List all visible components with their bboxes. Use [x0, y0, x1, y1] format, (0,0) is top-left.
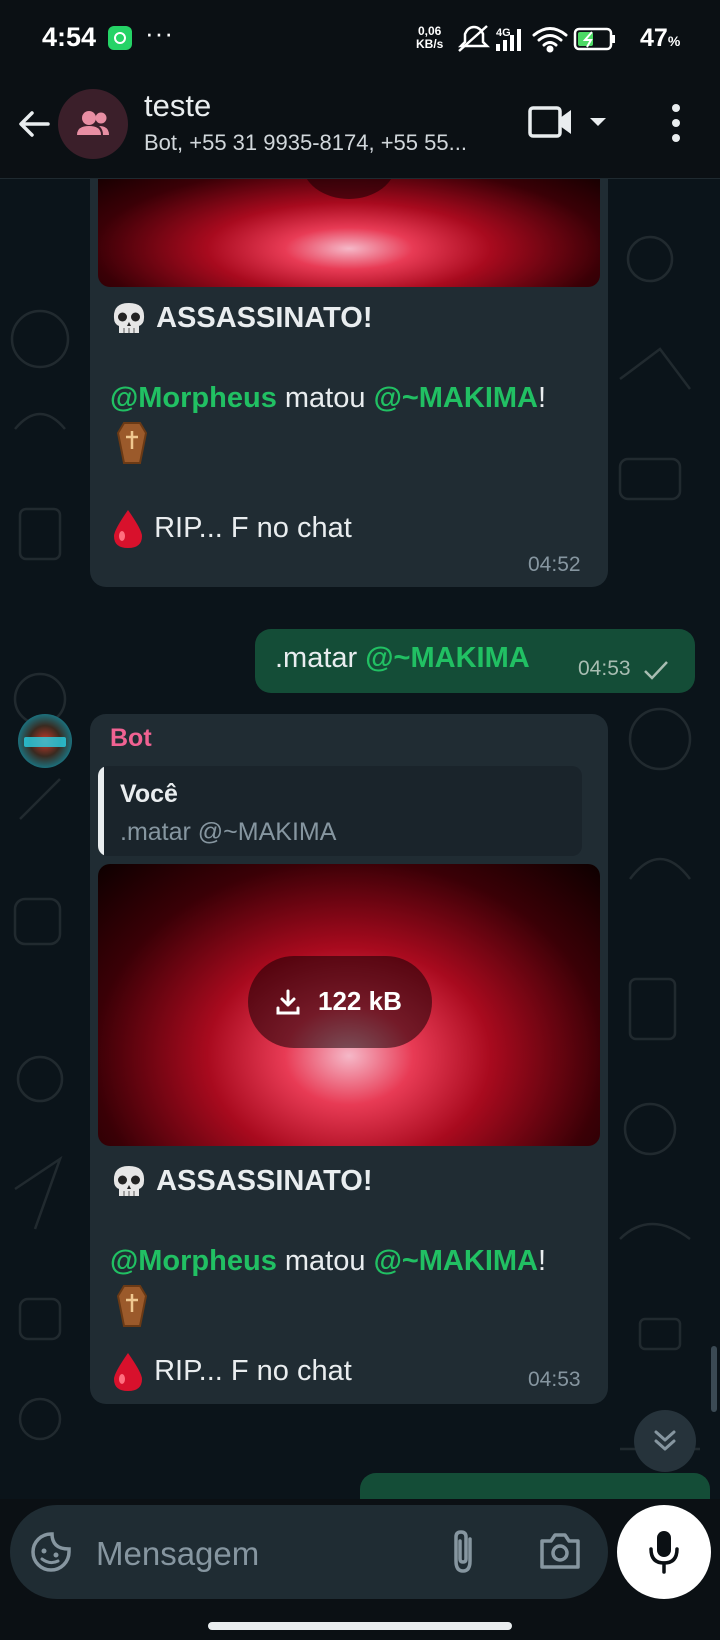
- battery-value: 47: [640, 24, 668, 52]
- message-time: 04:52: [528, 553, 581, 576]
- message-headline: ASSASSINATO!: [110, 1160, 373, 1202]
- mention-link[interactable]: @Morpheus: [110, 382, 277, 414]
- status-bar: 4:54 ··· 0,06 KB/s 4G 47%: [0, 0, 720, 78]
- message-time: 04:53: [528, 1368, 581, 1391]
- message-time: 04:53: [578, 657, 631, 680]
- chat-area[interactable]: ASSASSINATO! @Morpheus matou @~MAKIMA! R…: [0, 179, 720, 1499]
- status-more: ···: [145, 18, 174, 48]
- media-image[interactable]: [98, 179, 600, 287]
- download-button[interactable]: 122 kB: [248, 956, 432, 1048]
- battery-unit: %: [667, 33, 681, 49]
- chat-header: teste Bot, +55 31 9935-8174, +55 55...: [0, 78, 720, 179]
- message-headline: ASSASSINATO!: [110, 297, 373, 339]
- scrollbar-thumb[interactable]: [711, 1346, 717, 1412]
- reply-accent-bar: [98, 766, 104, 856]
- mic-icon: [649, 1531, 679, 1574]
- mention-link[interactable]: @~MAKIMA: [374, 382, 538, 414]
- message-bubble-incoming[interactable]: Bot Você .matar @~MAKIMA 122 kB ASSASSIN…: [90, 714, 608, 1404]
- status-time: 4:54: [42, 22, 97, 52]
- mention-link[interactable]: @~MAKIMA: [365, 642, 529, 674]
- message-footer: RIP... F no chat: [110, 1350, 352, 1393]
- mention-link[interactable]: @~MAKIMA: [374, 1245, 538, 1277]
- sticker-icon[interactable]: [30, 1531, 72, 1573]
- camera-icon[interactable]: [538, 1531, 582, 1571]
- composer: Mensagem: [0, 1499, 720, 1640]
- blood-drop-icon: [114, 510, 142, 549]
- media-image[interactable]: 122 kB: [98, 864, 600, 1146]
- video-call-icon[interactable]: [528, 104, 574, 140]
- more-vert-icon[interactable]: [665, 100, 687, 146]
- net-speed-unit: KB/s: [416, 37, 444, 51]
- chat-title[interactable]: teste: [144, 88, 211, 124]
- back-arrow-icon[interactable]: [14, 104, 54, 144]
- headline-text: ASSASSINATO!: [156, 302, 373, 334]
- avatar-badge: [24, 737, 66, 747]
- attach-icon[interactable]: [448, 1529, 478, 1575]
- body-text: matou: [276, 382, 374, 414]
- message-footer: RIP... F no chat: [110, 507, 352, 550]
- message-body: .matar @~MAKIMA: [275, 637, 530, 679]
- coffin-icon: [116, 1285, 148, 1327]
- body-text: !: [537, 1245, 547, 1277]
- status-icons: 4G: [457, 25, 615, 53]
- coffin-icon: [116, 422, 148, 464]
- message-body: @Morpheus matou @~MAKIMA!: [110, 1240, 546, 1282]
- scroll-to-bottom-button[interactable]: [634, 1410, 696, 1472]
- double-chevron-down-icon: [654, 1430, 676, 1451]
- check-icon: [644, 661, 668, 680]
- skull-icon: [113, 1166, 145, 1197]
- message-bubble-outgoing[interactable]: .matar @~MAKIMA 04:53: [255, 629, 695, 693]
- body-text: !: [537, 382, 547, 414]
- headline-text: ASSASSINATO!: [156, 1165, 373, 1197]
- reply-text: .matar @~MAKIMA: [120, 818, 337, 846]
- mention-link[interactable]: @Morpheus: [110, 1245, 277, 1277]
- sender-avatar[interactable]: [18, 714, 72, 768]
- group-icon: [77, 111, 109, 135]
- whatsapp-icon: [108, 26, 132, 50]
- message-body: @Morpheus matou @~MAKIMA!: [110, 377, 546, 419]
- wifi-icon: [532, 27, 568, 53]
- gesture-nav-bar[interactable]: [208, 1622, 512, 1630]
- message-bubble-outgoing[interactable]: [360, 1473, 710, 1499]
- group-avatar[interactable]: [58, 89, 128, 159]
- battery-percent: 47%: [640, 24, 680, 53]
- sender-name[interactable]: Bot: [110, 724, 152, 753]
- voice-record-button[interactable]: [617, 1505, 711, 1599]
- quoted-reply[interactable]: Você .matar @~MAKIMA: [98, 766, 582, 856]
- battery-icon: [573, 27, 615, 51]
- chevron-down-icon[interactable]: [588, 114, 608, 130]
- silent-icon: [457, 25, 491, 52]
- body-text: .matar: [275, 642, 366, 674]
- skull-icon: [113, 303, 145, 334]
- body-text: matou: [276, 1245, 374, 1277]
- reply-author: Você: [120, 780, 178, 808]
- download-icon: [276, 989, 300, 1015]
- message-input-container[interactable]: Mensagem: [10, 1505, 608, 1599]
- media-overlay-button[interactable]: [302, 179, 396, 199]
- blood-drop-icon: [114, 1353, 142, 1392]
- footer-text: RIP... F no chat: [154, 1355, 352, 1387]
- footer-text: RIP... F no chat: [154, 512, 352, 544]
- chat-participants[interactable]: Bot, +55 31 9935-8174, +55 55...: [144, 130, 494, 156]
- message-input[interactable]: Mensagem: [96, 1535, 259, 1573]
- net-speed: 0,06 KB/s: [416, 25, 443, 51]
- network-type: 4G: [496, 27, 511, 39]
- download-size: 122 kB: [318, 986, 402, 1016]
- message-bubble-incoming[interactable]: ASSASSINATO! @Morpheus matou @~MAKIMA! R…: [90, 179, 608, 587]
